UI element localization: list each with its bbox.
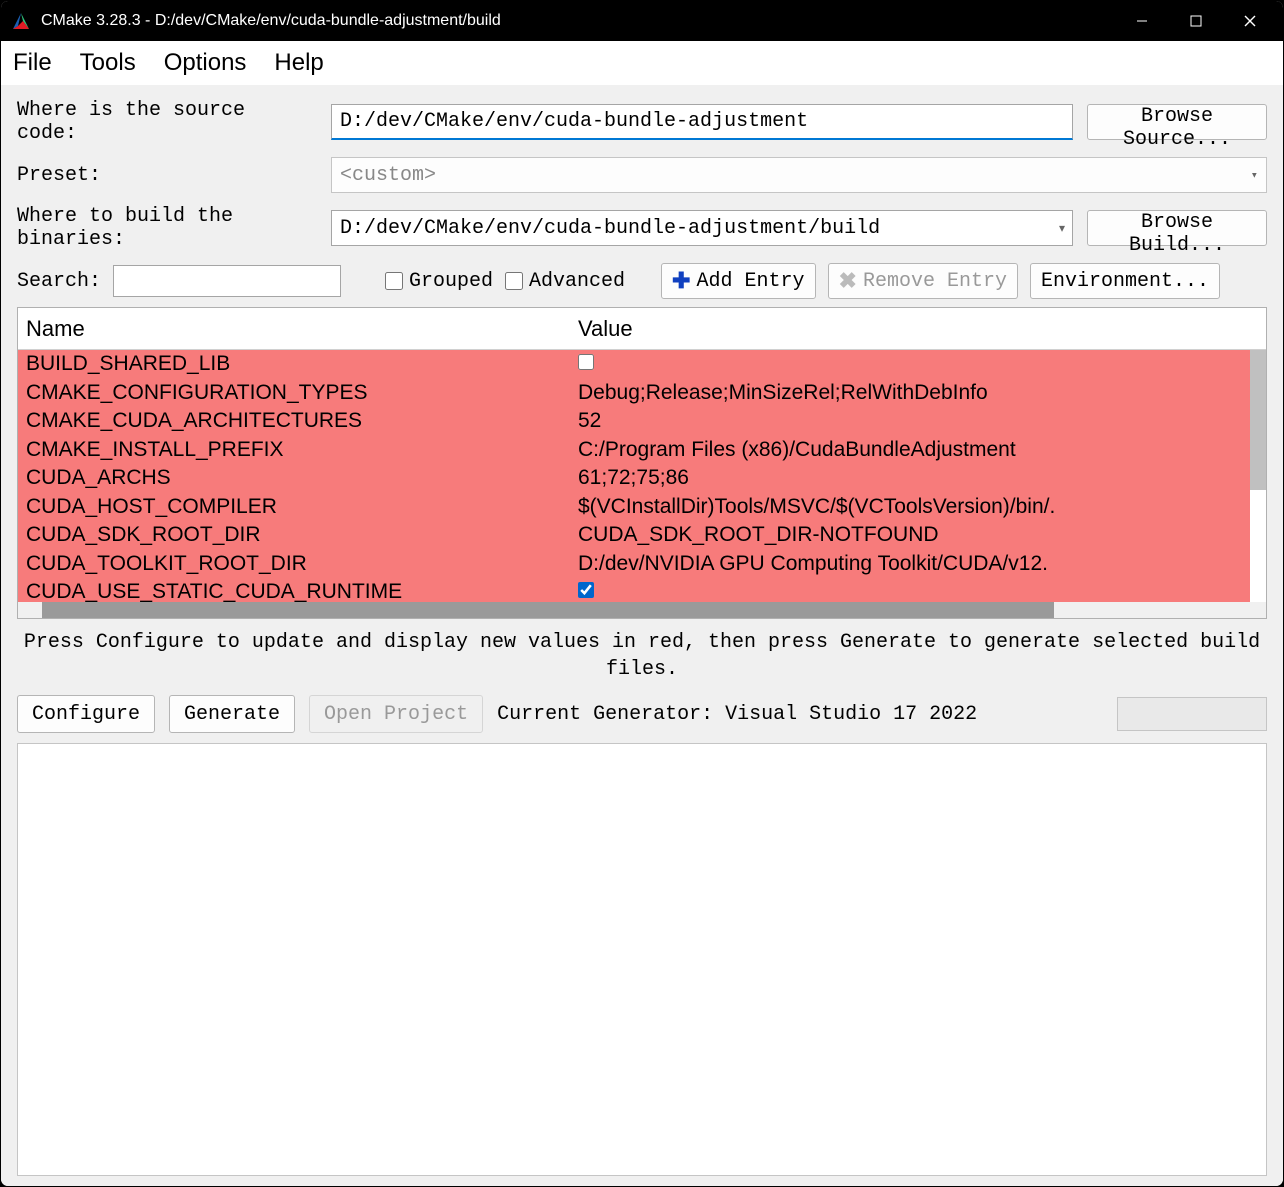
cache-entry-value[interactable] [574,580,1250,602]
cache-entry-value[interactable]: C:/Program Files (x86)/CudaBundleAdjustm… [574,438,1250,462]
source-label: Where is the source code: [17,99,317,145]
cmake-icon [11,11,31,31]
menu-tools[interactable]: Tools [80,49,136,77]
advanced-check-input[interactable] [505,272,523,290]
build-label: Where to build the binaries: [17,205,317,251]
open-project-button[interactable]: Open Project [309,695,483,733]
cache-row[interactable]: CUDA_HOST_COMPILER$(VCInstallDir)Tools/M… [18,493,1250,522]
search-input[interactable] [113,265,341,297]
cache-row[interactable]: CMAKE_INSTALL_PREFIXC:/Program Files (x8… [18,436,1250,465]
cache-header: Name Value [18,308,1266,350]
cache-entry-value[interactable]: Debug;Release;MinSizeRel;RelWithDebInfo [574,381,1250,405]
grouped-checkbox[interactable]: Grouped [385,270,493,293]
cache-entry-value[interactable]: D:/dev/NVIDIA GPU Computing Toolkit/CUDA… [574,552,1250,576]
cache-row[interactable]: CUDA_SDK_ROOT_DIRCUDA_SDK_ROOT_DIR-NOTFO… [18,521,1250,550]
preset-value: <custom> [340,164,436,187]
cache-entry-name: BUILD_SHARED_LIB [18,352,574,376]
cache-entry-name: CUDA_SDK_ROOT_DIR [18,523,574,547]
cache-entry-name: CUDA_TOOLKIT_ROOT_DIR [18,552,574,576]
cache-row[interactable]: CMAKE_CUDA_ARCHITECTURES52 [18,407,1250,436]
advanced-label: Advanced [529,270,625,293]
cache-entry-checkbox[interactable] [578,354,594,370]
cache-entry-name: CMAKE_CUDA_ARCHITECTURES [18,409,574,433]
cache-entry-name: CUDA_USE_STATIC_CUDA_RUNTIME [18,580,574,602]
cache-entry-value[interactable]: 61;72;75;86 [574,466,1250,490]
close-button[interactable] [1223,1,1277,41]
chevron-down-icon: ▾ [1251,168,1258,183]
cache-entry-value[interactable]: CUDA_SDK_ROOT_DIR-NOTFOUND [574,523,1250,547]
configure-button[interactable]: Configure [17,695,155,733]
cache-entry-value[interactable] [574,352,1250,376]
column-header-name[interactable]: Name [18,316,574,342]
cache-entry-checkbox[interactable] [578,582,594,598]
browse-source-button[interactable]: Browse Source... [1087,104,1267,140]
add-entry-button[interactable]: ✚ Add Entry [661,263,815,299]
browse-build-button[interactable]: Browse Build... [1087,210,1267,246]
titlebar[interactable]: CMake 3.28.3 - D:/dev/CMake/env/cuda-bun… [1,1,1283,41]
cache-entry-name: CUDA_ARCHS [18,466,574,490]
source-path-input[interactable] [331,104,1073,140]
grouped-label: Grouped [409,270,493,293]
cache-row[interactable]: CUDA_ARCHS61;72;75;86 [18,464,1250,493]
generate-button[interactable]: Generate [169,695,295,733]
menu-file[interactable]: File [13,49,52,77]
cache-variables-table: Name Value BUILD_SHARED_LIB CMAKE_CONFIGU… [17,307,1267,619]
progress-bar [1117,697,1267,731]
cache-row[interactable]: CUDA_TOOLKIT_ROOT_DIRD:/dev/NVIDIA GPU C… [18,550,1250,579]
grouped-check-input[interactable] [385,272,403,290]
horizontal-scrollbar-thumb[interactable] [42,602,1054,618]
window-title: CMake 3.28.3 - D:/dev/CMake/env/cuda-bun… [41,12,1115,30]
content-area: Where is the source code: Browse Source.… [1,85,1283,1186]
app-window: CMake 3.28.3 - D:/dev/CMake/env/cuda-bun… [0,0,1284,1187]
output-log[interactable] [17,743,1267,1176]
plus-icon: ✚ [672,268,690,294]
remove-entry-button[interactable]: ✖ Remove Entry [828,263,1018,299]
cache-row[interactable]: CMAKE_CONFIGURATION_TYPESDebug;Release;M… [18,379,1250,408]
cache-entry-name: CMAKE_INSTALL_PREFIX [18,438,574,462]
x-icon: ✖ [839,268,857,294]
search-label: Search: [17,270,101,293]
add-entry-label: Add Entry [696,270,804,293]
preset-combo[interactable]: <custom> ▾ [331,157,1267,193]
preset-label: Preset: [17,164,317,187]
cache-entry-name: CMAKE_CONFIGURATION_TYPES [18,381,574,405]
cache-row[interactable]: BUILD_SHARED_LIB [18,350,1250,379]
build-path-input[interactable] [331,210,1073,246]
environment-button[interactable]: Environment... [1030,263,1220,299]
cache-entry-value[interactable]: $(VCInstallDir)Tools/MSVC/$(VCToolsVersi… [574,495,1250,519]
horizontal-scrollbar-track[interactable] [18,602,1266,618]
advanced-checkbox[interactable]: Advanced [505,270,625,293]
remove-entry-label: Remove Entry [863,270,1007,293]
maximize-button[interactable] [1169,1,1223,41]
cache-body: BUILD_SHARED_LIB CMAKE_CONFIGURATION_TYPE… [18,350,1266,602]
menu-options[interactable]: Options [164,49,247,77]
current-generator-label: Current Generator: Visual Studio 17 2022 [497,703,977,726]
menu-help[interactable]: Help [274,49,323,77]
cache-row[interactable]: CUDA_USE_STATIC_CUDA_RUNTIME [18,578,1250,602]
cache-entry-name: CUDA_HOST_COMPILER [18,495,574,519]
vertical-scrollbar[interactable] [1250,350,1266,490]
column-header-value[interactable]: Value [574,316,1266,342]
cache-entry-value[interactable]: 52 [574,409,1250,433]
menubar: File Tools Options Help [1,41,1283,85]
hint-text: Press Configure to update and display ne… [17,619,1267,695]
minimize-button[interactable] [1115,1,1169,41]
